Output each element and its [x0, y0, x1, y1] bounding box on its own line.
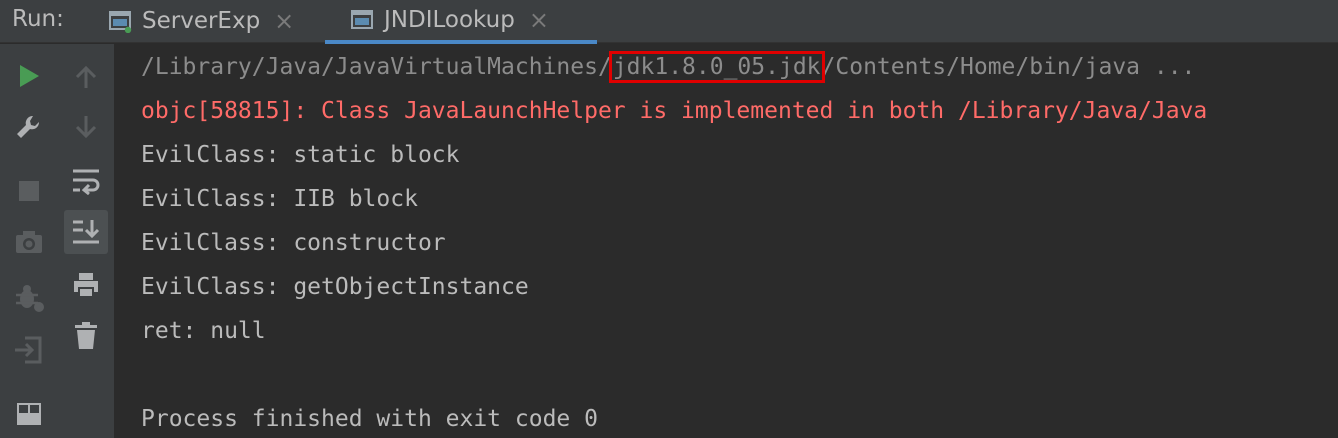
- soft-wrap-icon[interactable]: [70, 166, 102, 196]
- output-line: EvilClass: static block: [141, 142, 460, 168]
- scroll-to-end-icon[interactable]: [64, 210, 108, 254]
- run-icon[interactable]: [15, 62, 43, 90]
- tab-label: JNDILookup: [384, 7, 515, 33]
- tab-jndilookup[interactable]: JNDILookup ×: [325, 0, 597, 44]
- run-label: Run:: [12, 6, 64, 32]
- jdk-version-highlight: jdk1.8.0_05.jdk: [608, 51, 825, 83]
- output-line: EvilClass: constructor: [141, 230, 446, 256]
- trash-icon[interactable]: [73, 320, 99, 352]
- arrow-up-icon: [72, 62, 100, 92]
- run-actions-toolbar: [0, 44, 59, 438]
- stop-icon: [16, 178, 42, 204]
- output-line: ret: null: [141, 318, 266, 344]
- close-icon[interactable]: ×: [529, 6, 549, 34]
- output-line: EvilClass: IIB block: [141, 186, 418, 212]
- console-window-icon: [108, 9, 132, 34]
- jvm-path-prefix: /Library/Java/JavaVirtualMachines/: [141, 54, 612, 80]
- jvm-path-suffix: /Contents/Home/bin/java ...: [821, 54, 1196, 80]
- camera-icon: [13, 228, 45, 256]
- close-icon[interactable]: ×: [274, 7, 294, 35]
- arrow-down-icon: [72, 112, 100, 142]
- debug-bug-icon: [12, 280, 46, 314]
- exit-icon: [12, 334, 44, 366]
- tab-label: ServerExp: [142, 8, 261, 34]
- tab-serverexp[interactable]: ServerExp ×: [108, 0, 306, 42]
- error-line: objc[58815]: Class JavaLaunchHelper is i…: [141, 98, 1208, 124]
- console-window-icon: [350, 8, 374, 32]
- print-icon[interactable]: [71, 270, 101, 300]
- layout-icon[interactable]: [14, 400, 44, 428]
- process-finished-line: Process finished with exit code 0: [141, 406, 598, 432]
- console-actions-toolbar: [58, 44, 115, 438]
- output-line: EvilClass: getObjectInstance: [141, 274, 529, 300]
- console-output[interactable]: /Library/Java/JavaVirtualMachines/jdk1.8…: [115, 44, 1338, 438]
- wrench-icon[interactable]: [13, 112, 43, 142]
- java-command-line: /Library/Java/JavaVirtualMachines/jdk1.8…: [141, 51, 1196, 83]
- run-tool-window-header: Run: ServerExp × JNDILookup ×: [0, 0, 1338, 44]
